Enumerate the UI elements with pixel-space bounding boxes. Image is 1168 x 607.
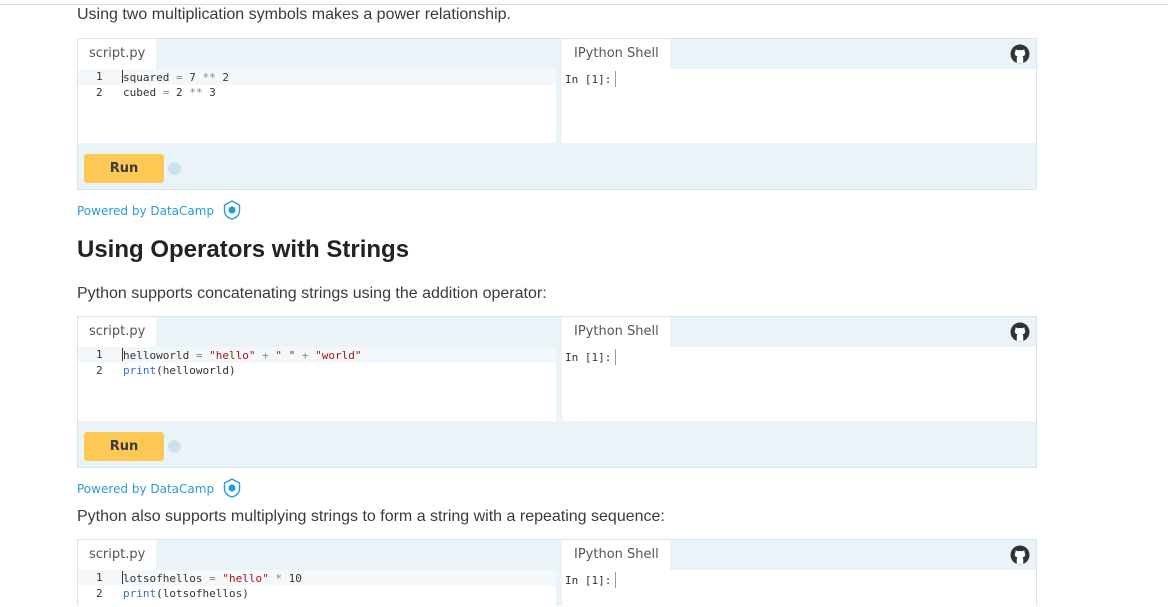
intro-paragraph: Using two multiplication symbols makes a… <box>77 6 511 23</box>
run-button[interactable]: Run <box>84 432 164 461</box>
section-heading: Using Operators with Strings <box>77 236 410 263</box>
code-line: 2 print(lotsofhellos) <box>78 586 556 602</box>
status-indicator <box>168 162 181 175</box>
ipython-shell-panel[interactable]: In [1]: <box>562 570 1036 607</box>
multiply-paragraph: Python also supports multiplying strings… <box>77 508 665 525</box>
tab-script-py[interactable]: script.py <box>78 39 156 69</box>
powered-by-label: Powered by DataCamp <box>77 204 215 218</box>
code-widget-power: script.py IPython Shell 1 squared = 7 **… <box>77 38 1037 190</box>
tab-script-py[interactable]: script.py <box>78 540 156 570</box>
github-icon[interactable] <box>1010 44 1030 64</box>
line-number: 1 <box>96 571 103 584</box>
powered-by-datacamp-link[interactable]: Powered by DataCamp <box>77 478 242 498</box>
code-text: print(lotsofhellos) <box>123 587 249 600</box>
tab-ipython-shell[interactable]: IPython Shell <box>562 39 670 69</box>
code-text: squared = 7 ** 2 <box>122 70 229 84</box>
code-line: 1 squared = 7 ** 2 <box>78 69 556 85</box>
code-text: helloworld = "hello" + " " + "world" <box>122 348 362 362</box>
tab-ipython-shell[interactable]: IPython Shell <box>562 317 670 347</box>
tab-script-py[interactable]: script.py <box>78 317 156 347</box>
run-bar: Run <box>78 148 1036 189</box>
code-line: 2 print(helloworld) <box>78 363 556 379</box>
code-widget-concat: script.py IPython Shell 1 helloworld = "… <box>77 316 1037 468</box>
code-line: 2 cubed = 2 ** 3 <box>78 85 556 101</box>
tab-script-label: script.py <box>89 547 146 562</box>
tab-script-label: script.py <box>89 46 146 61</box>
line-number: 1 <box>96 70 103 83</box>
github-icon[interactable] <box>1010 322 1030 342</box>
code-editor[interactable]: 1 squared = 7 ** 2 2 cubed = 2 ** 3 <box>78 69 556 143</box>
line-number: 2 <box>96 364 103 377</box>
tab-ipython-shell[interactable]: IPython Shell <box>562 540 670 570</box>
shell-prompt: In [1]: <box>565 71 617 87</box>
code-editor[interactable]: 1 helloworld = "hello" + " " + "world" 2… <box>78 347 556 421</box>
powered-by-label: Powered by DataCamp <box>77 482 215 496</box>
line-number: 1 <box>96 348 103 361</box>
code-editor[interactable]: 1 lotsofhellos = "hello" * 10 2 print(lo… <box>78 570 556 607</box>
datacamp-logo-icon <box>223 200 241 220</box>
top-divider <box>0 4 1168 5</box>
widget-tab-bar: script.py IPython Shell <box>78 317 1036 347</box>
tab-shell-label: IPython Shell <box>574 46 659 61</box>
ipython-shell-panel[interactable]: In [1]: <box>562 69 1036 143</box>
concat-paragraph: Python supports concatenating strings us… <box>77 285 547 302</box>
code-widget-multiply: script.py IPython Shell 1 lotsofhellos =… <box>77 539 1037 607</box>
ipython-shell-panel[interactable]: In [1]: <box>562 347 1036 421</box>
github-icon[interactable] <box>1010 545 1030 565</box>
widget-tab-bar: script.py IPython Shell <box>78 39 1036 69</box>
run-button[interactable]: Run <box>84 154 164 183</box>
shell-prompt: In [1]: <box>565 572 617 588</box>
tab-shell-label: IPython Shell <box>574 547 659 562</box>
widget-tab-bar: script.py IPython Shell <box>78 540 1036 570</box>
code-line: 1 helloworld = "hello" + " " + "world" <box>78 347 556 363</box>
line-number: 2 <box>96 86 103 99</box>
run-bar: Run <box>78 426 1036 467</box>
tab-shell-label: IPython Shell <box>574 324 659 339</box>
code-text: lotsofhellos = "hello" * 10 <box>122 571 302 585</box>
tab-script-label: script.py <box>89 324 146 339</box>
code-text: cubed = 2 ** 3 <box>123 86 216 99</box>
shell-prompt: In [1]: <box>565 349 617 365</box>
code-line: 1 lotsofhellos = "hello" * 10 <box>78 570 556 586</box>
status-indicator <box>168 440 181 453</box>
line-number: 2 <box>96 587 103 600</box>
powered-by-datacamp-link[interactable]: Powered by DataCamp <box>77 200 242 220</box>
datacamp-logo-icon <box>223 478 241 498</box>
code-text: print(helloworld) <box>123 364 236 377</box>
